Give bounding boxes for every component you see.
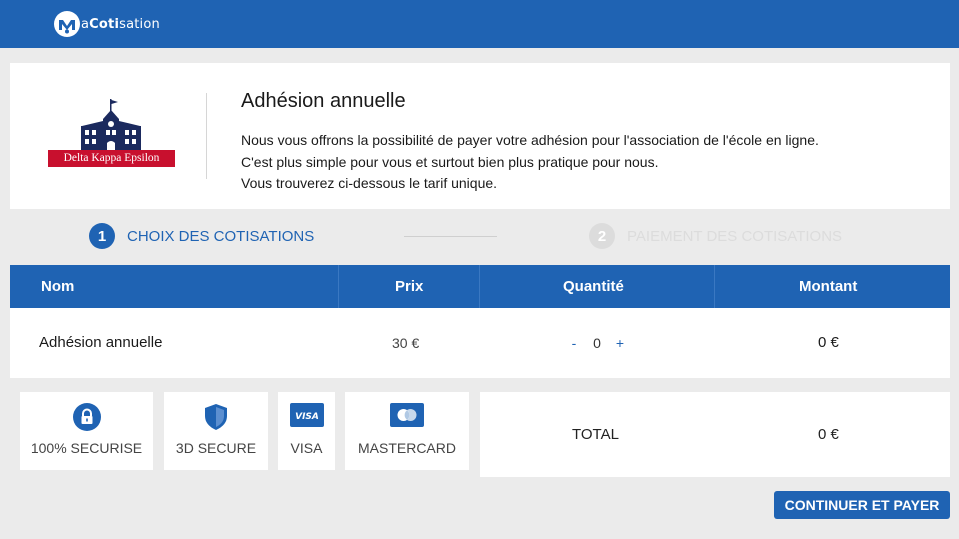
- column-header-amount: Montant: [799, 278, 858, 295]
- intro-card: Delta Kappa Epsilon Adhésion annuelle No…: [10, 63, 950, 209]
- logo-text: aCotisation: [81, 16, 160, 32]
- step-number-2: 2: [589, 223, 615, 249]
- org-logo: Delta Kappa Epsilon: [48, 99, 175, 167]
- step-pay-contributions: 2 PAIEMENT DES COTISATIONS: [589, 223, 842, 249]
- badge-secure: 100% SECURISE: [20, 392, 153, 470]
- badge-3d-secure-label: 3D SECURE: [175, 440, 257, 456]
- total-box: TOTAL 0 €: [480, 392, 950, 477]
- decrement-button[interactable]: -: [567, 335, 581, 351]
- intro-description: Nous vous offrons la possibilité de paye…: [241, 130, 819, 195]
- step-choose-contributions[interactable]: 1 CHOIX DES COTISATIONS: [89, 223, 314, 249]
- step-number-1: 1: [89, 223, 115, 249]
- table-header: Nom Prix Quantité Montant: [10, 265, 950, 308]
- row-name: Adhésion annuelle: [39, 334, 163, 351]
- badge-visa: VISA VISA: [278, 392, 335, 470]
- column-divider: [714, 265, 715, 308]
- intro-line-1: Nous vous offrons la possibilité de paye…: [241, 132, 819, 148]
- badge-mastercard: MASTERCARD: [345, 392, 469, 470]
- shield-icon: [203, 403, 229, 436]
- top-bar: aCotisation: [0, 0, 959, 48]
- intro-title: Adhésion annuelle: [241, 90, 406, 112]
- badge-mastercard-label: MASTERCARD: [357, 440, 456, 456]
- badge-3d-secure: 3D SECURE: [164, 392, 268, 470]
- intro-line-2: C'est plus simple pour vous et surtout b…: [241, 153, 659, 170]
- mastercard-icon: [390, 403, 424, 432]
- step-connector: [404, 236, 497, 237]
- increment-button[interactable]: +: [613, 335, 627, 351]
- badge-visa-label: VISA: [290, 440, 323, 456]
- column-divider: [338, 265, 339, 308]
- lock-icon: [72, 403, 101, 436]
- column-header-quantity: Quantité: [563, 278, 624, 295]
- quantity-stepper: - 0 +: [567, 308, 627, 378]
- total-label: TOTAL: [572, 426, 619, 443]
- logo[interactable]: aCotisation: [54, 9, 160, 39]
- step-label-1: CHOIX DES COTISATIONS: [127, 227, 315, 245]
- total-value: 0 €: [818, 426, 839, 443]
- visa-card-icon: VISA: [289, 403, 324, 432]
- column-header-price: Prix: [395, 278, 424, 295]
- intro-line-3: Vous trouverez ci-dessous le tarif uniqu…: [241, 175, 498, 191]
- column-divider: [479, 265, 480, 308]
- table-row: Adhésion annuelle 30 € - 0 + 0 €: [10, 308, 950, 378]
- school-building-icon: [81, 99, 141, 152]
- column-header-name: Nom: [41, 278, 75, 295]
- row-amount: 0 €: [818, 334, 839, 351]
- badge-secure-label: 100% SECURISE: [30, 440, 143, 456]
- contributions-table: Nom Prix Quantité Montant Adhésion annue…: [10, 265, 950, 378]
- svg-text:VISA: VISA: [295, 412, 319, 422]
- row-price: 30 €: [392, 335, 420, 351]
- continue-and-pay-button[interactable]: CONTINUER ET PAYER: [774, 491, 950, 519]
- logo-icon: [54, 11, 80, 37]
- step-label-2: PAIEMENT DES COTISATIONS: [627, 227, 843, 245]
- intro-divider: [206, 93, 207, 179]
- quantity-value[interactable]: 0: [581, 335, 613, 351]
- org-name-banner: Delta Kappa Epsilon: [48, 150, 175, 167]
- checkout-steps: 1 CHOIX DES COTISATIONS 2 PAIEMENT DES C…: [0, 218, 959, 258]
